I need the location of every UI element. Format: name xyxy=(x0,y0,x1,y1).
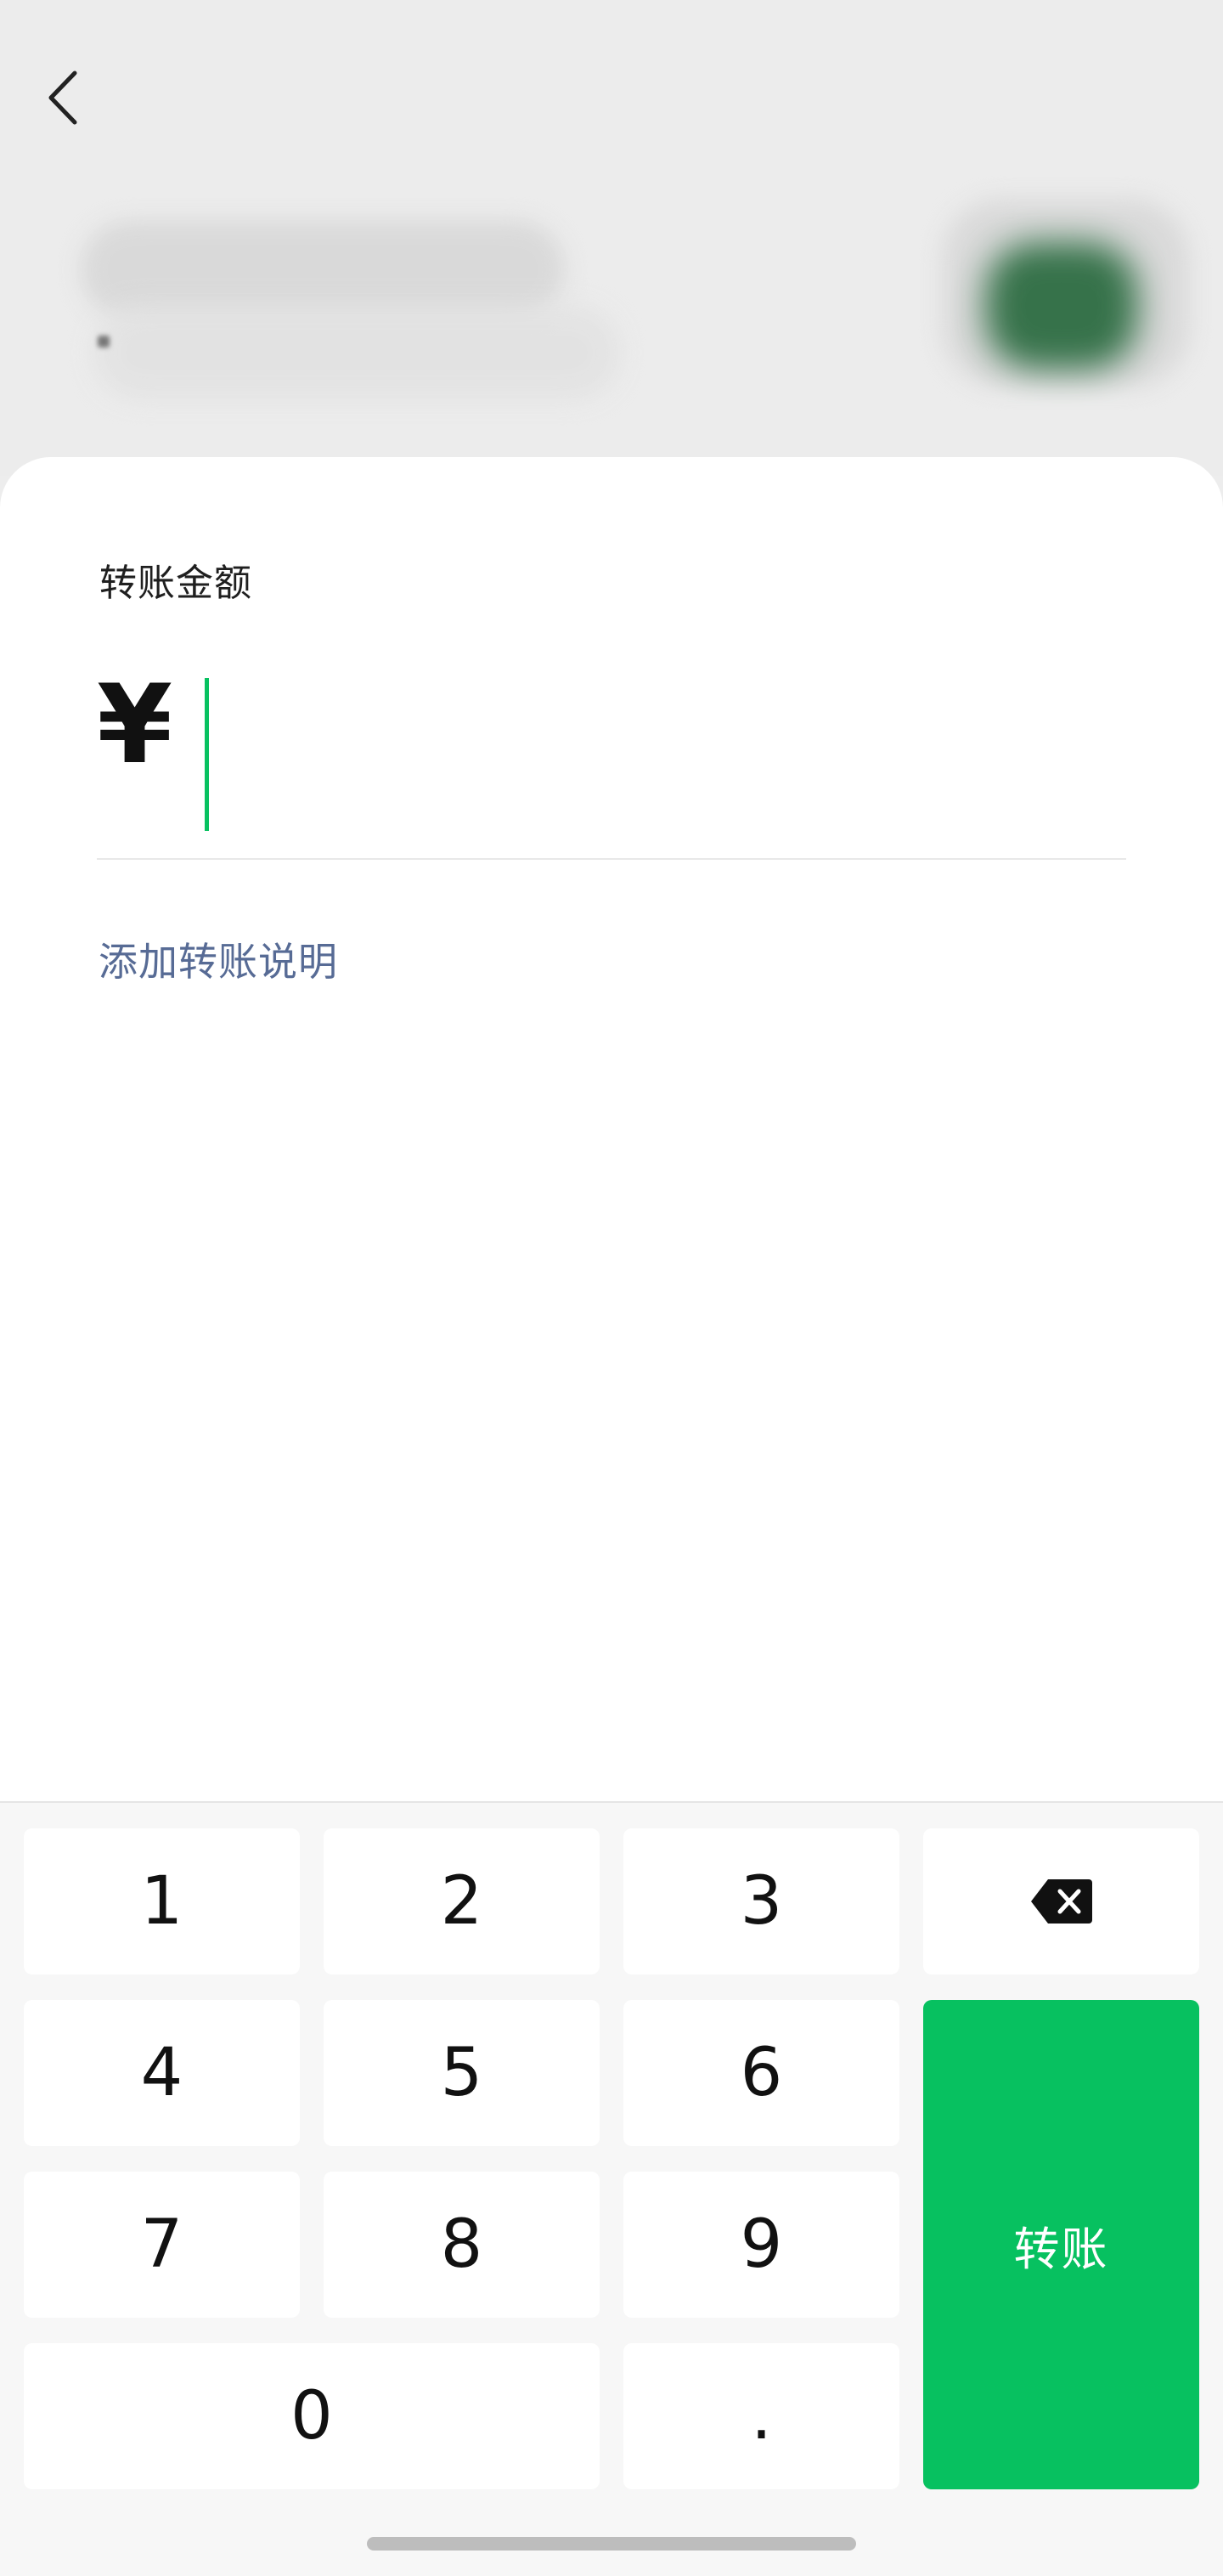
key-2[interactable]: 2 xyxy=(324,1828,600,1974)
key-9[interactable]: 9 xyxy=(623,2172,899,2318)
home-indicator[interactable] xyxy=(367,2537,856,2551)
chevron-left-icon xyxy=(48,71,77,125)
backspace-key[interactable] xyxy=(923,1828,1199,1974)
key-0[interactable]: 0 xyxy=(24,2343,600,2489)
key-3[interactable]: 3 xyxy=(623,1828,899,1974)
amount-divider xyxy=(97,858,1126,860)
key-5[interactable]: 5 xyxy=(324,2000,600,2146)
backspace-icon xyxy=(1030,1879,1092,1924)
add-note-link[interactable]: 添加转账说明 xyxy=(99,931,338,987)
avatar xyxy=(985,242,1138,370)
transfer-card: 转账金额 ¥ 添加转账说明 xyxy=(0,457,1223,1801)
key-6[interactable]: 6 xyxy=(623,2000,899,2146)
key-1[interactable]: 1 xyxy=(24,1828,300,1974)
redacted-mark xyxy=(98,336,110,347)
key-decimal[interactable]: . xyxy=(623,2343,899,2489)
key-7[interactable]: 7 xyxy=(24,2172,300,2318)
amount-input[interactable] xyxy=(221,669,1121,831)
key-8[interactable]: 8 xyxy=(324,2172,600,2318)
currency-symbol: ¥ xyxy=(97,662,173,788)
number-keypad: 1 2 3 4 5 6 7 8 9 0 . 转账 xyxy=(0,1801,1223,2576)
recipient-detail-redacted xyxy=(93,306,620,399)
input-cursor xyxy=(205,678,209,831)
transfer-button[interactable]: 转账 xyxy=(923,2000,1199,2489)
transfer-screen: 转账金额 ¥ 添加转账说明 1 2 3 4 5 6 7 8 9 0 . 转账 xyxy=(0,0,1223,2576)
recipient-name-redacted xyxy=(81,221,565,319)
back-button[interactable] xyxy=(25,59,102,136)
recipient-header xyxy=(0,0,1223,476)
amount-label: 转账金额 xyxy=(99,562,252,605)
key-4[interactable]: 4 xyxy=(24,2000,300,2146)
